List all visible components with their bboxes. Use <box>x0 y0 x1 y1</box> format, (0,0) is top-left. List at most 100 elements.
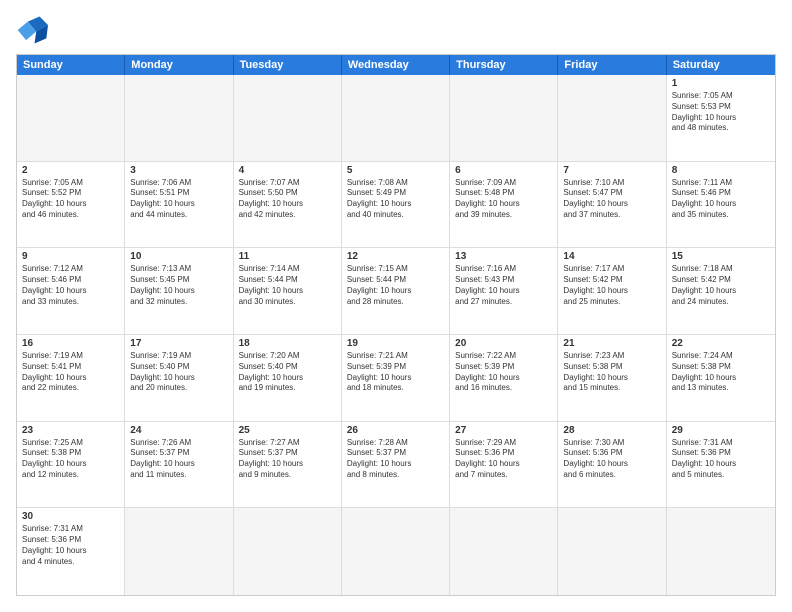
calendar-day-26: 26 Sunrise: 7:28 AM Sunset: 5:37 PM Dayli… <box>342 422 450 509</box>
day-info: Sunrise: 7:29 AM Sunset: 5:36 PM Dayligh… <box>455 438 552 481</box>
day-info: Sunrise: 7:15 AM Sunset: 5:44 PM Dayligh… <box>347 264 444 307</box>
calendar-day-15: 15Sunrise: 7:18 AM Sunset: 5:42 PM Dayli… <box>667 248 775 335</box>
day-info: Sunrise: 7:31 AM Sunset: 5:36 PM Dayligh… <box>22 524 119 567</box>
calendar-day-22: 22 Sunrise: 7:24 AM Sunset: 5:38 PM Dayli… <box>667 335 775 422</box>
calendar-day-29: 29Sunrise: 7:31 AM Sunset: 5:36 PM Dayli… <box>667 422 775 509</box>
header <box>16 16 776 44</box>
day-number: 9 <box>22 251 119 262</box>
calendar-day-12: 12 Sunrise: 7:15 AM Sunset: 5:44 PM Dayli… <box>342 248 450 335</box>
calendar-day-10: 10 Sunrise: 7:13 AM Sunset: 5:45 PM Dayli… <box>125 248 233 335</box>
day-number: 27 <box>455 425 552 436</box>
day-info: Sunrise: 7:14 AM Sunset: 5:44 PM Dayligh… <box>239 264 336 307</box>
day-info: Sunrise: 7:26 AM Sunset: 5:37 PM Dayligh… <box>130 438 227 481</box>
day-info: Sunrise: 7:13 AM Sunset: 5:45 PM Dayligh… <box>130 264 227 307</box>
calendar-day-25: 25Sunrise: 7:27 AM Sunset: 5:37 PM Dayli… <box>234 422 342 509</box>
day-info: Sunrise: 7:24 AM Sunset: 5:38 PM Dayligh… <box>672 351 770 394</box>
day-number: 21 <box>563 338 660 349</box>
day-info: Sunrise: 7:07 AM Sunset: 5:50 PM Dayligh… <box>239 178 336 221</box>
calendar-day-9: 9 Sunrise: 7:12 AM Sunset: 5:46 PM Daylig… <box>17 248 125 335</box>
day-number: 4 <box>239 165 336 176</box>
calendar-header: SundayMondayTuesdayWednesdayThursdayFrid… <box>17 55 775 75</box>
calendar-empty-cell <box>558 508 666 595</box>
day-info: Sunrise: 7:25 AM Sunset: 5:38 PM Dayligh… <box>22 438 119 481</box>
day-number: 30 <box>22 511 119 522</box>
calendar-empty-cell <box>125 75 233 162</box>
day-number: 8 <box>672 165 770 176</box>
day-info: Sunrise: 7:17 AM Sunset: 5:42 PM Dayligh… <box>563 264 660 307</box>
calendar-day-14: 14 Sunrise: 7:17 AM Sunset: 5:42 PM Dayli… <box>558 248 666 335</box>
day-info: Sunrise: 7:11 AM Sunset: 5:46 PM Dayligh… <box>672 178 770 221</box>
calendar-empty-cell <box>125 508 233 595</box>
calendar-day-23: 23 Sunrise: 7:25 AM Sunset: 5:38 PM Dayli… <box>17 422 125 509</box>
calendar-empty-cell <box>450 75 558 162</box>
calendar-body: 1Sunrise: 7:05 AM Sunset: 5:53 PM Daylig… <box>17 75 775 595</box>
header-day-friday: Friday <box>558 55 666 75</box>
logo <box>16 16 52 44</box>
calendar: SundayMondayTuesdayWednesdayThursdayFrid… <box>16 54 776 596</box>
day-number: 18 <box>239 338 336 349</box>
day-info: Sunrise: 7:09 AM Sunset: 5:48 PM Dayligh… <box>455 178 552 221</box>
day-info: Sunrise: 7:19 AM Sunset: 5:40 PM Dayligh… <box>130 351 227 394</box>
calendar-day-21: 21 Sunrise: 7:23 AM Sunset: 5:38 PM Dayli… <box>558 335 666 422</box>
day-number: 29 <box>672 425 770 436</box>
calendar-day-17: 17 Sunrise: 7:19 AM Sunset: 5:40 PM Dayli… <box>125 335 233 422</box>
calendar-day-4: 4 Sunrise: 7:07 AM Sunset: 5:50 PM Daylig… <box>234 162 342 249</box>
calendar-empty-cell <box>342 75 450 162</box>
day-number: 13 <box>455 251 552 262</box>
day-number: 17 <box>130 338 227 349</box>
day-info: Sunrise: 7:20 AM Sunset: 5:40 PM Dayligh… <box>239 351 336 394</box>
header-day-tuesday: Tuesday <box>234 55 342 75</box>
day-number: 3 <box>130 165 227 176</box>
generalblue-logo-icon <box>16 16 48 44</box>
calendar-empty-cell <box>342 508 450 595</box>
calendar-day-24: 24 Sunrise: 7:26 AM Sunset: 5:37 PM Dayli… <box>125 422 233 509</box>
calendar-day-5: 5Sunrise: 7:08 AM Sunset: 5:49 PM Daylig… <box>342 162 450 249</box>
day-number: 14 <box>563 251 660 262</box>
calendar-empty-cell <box>450 508 558 595</box>
day-info: Sunrise: 7:28 AM Sunset: 5:37 PM Dayligh… <box>347 438 444 481</box>
calendar-day-20: 20Sunrise: 7:22 AM Sunset: 5:39 PM Dayli… <box>450 335 558 422</box>
calendar-day-16: 16 Sunrise: 7:19 AM Sunset: 5:41 PM Dayli… <box>17 335 125 422</box>
day-info: Sunrise: 7:06 AM Sunset: 5:51 PM Dayligh… <box>130 178 227 221</box>
calendar-day-7: 7Sunrise: 7:10 AM Sunset: 5:47 PM Daylig… <box>558 162 666 249</box>
day-number: 6 <box>455 165 552 176</box>
day-info: Sunrise: 7:21 AM Sunset: 5:39 PM Dayligh… <box>347 351 444 394</box>
header-day-sunday: Sunday <box>17 55 125 75</box>
calendar-empty-cell <box>558 75 666 162</box>
calendar-day-3: 3 Sunrise: 7:06 AM Sunset: 5:51 PM Daylig… <box>125 162 233 249</box>
day-number: 12 <box>347 251 444 262</box>
day-info: Sunrise: 7:16 AM Sunset: 5:43 PM Dayligh… <box>455 264 552 307</box>
day-number: 16 <box>22 338 119 349</box>
calendar-day-1: 1Sunrise: 7:05 AM Sunset: 5:53 PM Daylig… <box>667 75 775 162</box>
day-number: 19 <box>347 338 444 349</box>
calendar-empty-cell <box>234 75 342 162</box>
day-info: Sunrise: 7:23 AM Sunset: 5:38 PM Dayligh… <box>563 351 660 394</box>
header-day-wednesday: Wednesday <box>342 55 450 75</box>
calendar-day-19: 19 Sunrise: 7:21 AM Sunset: 5:39 PM Dayli… <box>342 335 450 422</box>
calendar-day-2: 2 Sunrise: 7:05 AM Sunset: 5:52 PM Daylig… <box>17 162 125 249</box>
calendar-day-18: 18 Sunrise: 7:20 AM Sunset: 5:40 PM Dayli… <box>234 335 342 422</box>
day-number: 26 <box>347 425 444 436</box>
header-day-thursday: Thursday <box>450 55 558 75</box>
calendar-day-30: 30 Sunrise: 7:31 AM Sunset: 5:36 PM Dayli… <box>17 508 125 595</box>
calendar-day-11: 11 Sunrise: 7:14 AM Sunset: 5:44 PM Dayli… <box>234 248 342 335</box>
day-number: 11 <box>239 251 336 262</box>
calendar-day-28: 28Sunrise: 7:30 AM Sunset: 5:36 PM Dayli… <box>558 422 666 509</box>
day-info: Sunrise: 7:08 AM Sunset: 5:49 PM Dayligh… <box>347 178 444 221</box>
header-day-monday: Monday <box>125 55 233 75</box>
day-number: 10 <box>130 251 227 262</box>
day-info: Sunrise: 7:12 AM Sunset: 5:46 PM Dayligh… <box>22 264 119 307</box>
day-info: Sunrise: 7:10 AM Sunset: 5:47 PM Dayligh… <box>563 178 660 221</box>
page: SundayMondayTuesdayWednesdayThursdayFrid… <box>0 0 792 612</box>
day-number: 15 <box>672 251 770 262</box>
day-number: 28 <box>563 425 660 436</box>
day-number: 23 <box>22 425 119 436</box>
day-info: Sunrise: 7:19 AM Sunset: 5:41 PM Dayligh… <box>22 351 119 394</box>
calendar-day-6: 6 Sunrise: 7:09 AM Sunset: 5:48 PM Daylig… <box>450 162 558 249</box>
calendar-empty-cell <box>17 75 125 162</box>
day-number: 22 <box>672 338 770 349</box>
day-number: 25 <box>239 425 336 436</box>
day-number: 24 <box>130 425 227 436</box>
day-info: Sunrise: 7:05 AM Sunset: 5:52 PM Dayligh… <box>22 178 119 221</box>
day-number: 2 <box>22 165 119 176</box>
